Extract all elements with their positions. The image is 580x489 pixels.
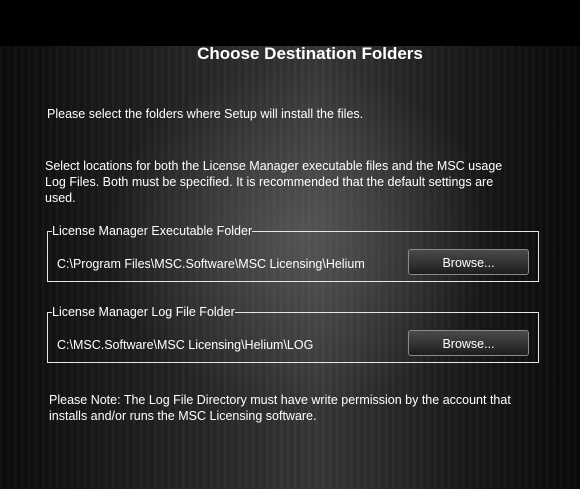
executable-folder-group: License Manager Executable Folder C:\Pro… bbox=[47, 224, 539, 282]
page-title: Choose Destination Folders bbox=[197, 44, 423, 63]
intro-text: Please select the folders where Setup wi… bbox=[47, 107, 364, 121]
title-bar bbox=[0, 0, 580, 46]
executable-folder-legend: License Manager Executable Folder bbox=[52, 224, 253, 238]
executable-folder-path: C:\Program Files\MSC.Software\MSC Licens… bbox=[57, 257, 365, 271]
log-browse-button[interactable]: Browse... bbox=[408, 330, 529, 356]
description-text: Select locations for both the License Ma… bbox=[45, 159, 503, 205]
log-folder-group: License Manager Log File Folder C:\MSC.S… bbox=[47, 305, 539, 363]
executable-browse-button[interactable]: Browse... bbox=[408, 249, 529, 275]
permission-note: Please Note: The Log File Directory must… bbox=[49, 393, 511, 423]
log-folder-legend: License Manager Log File Folder bbox=[52, 305, 235, 319]
log-folder-path: C:\MSC.Software\MSC Licensing\Helium\LOG bbox=[57, 338, 314, 352]
